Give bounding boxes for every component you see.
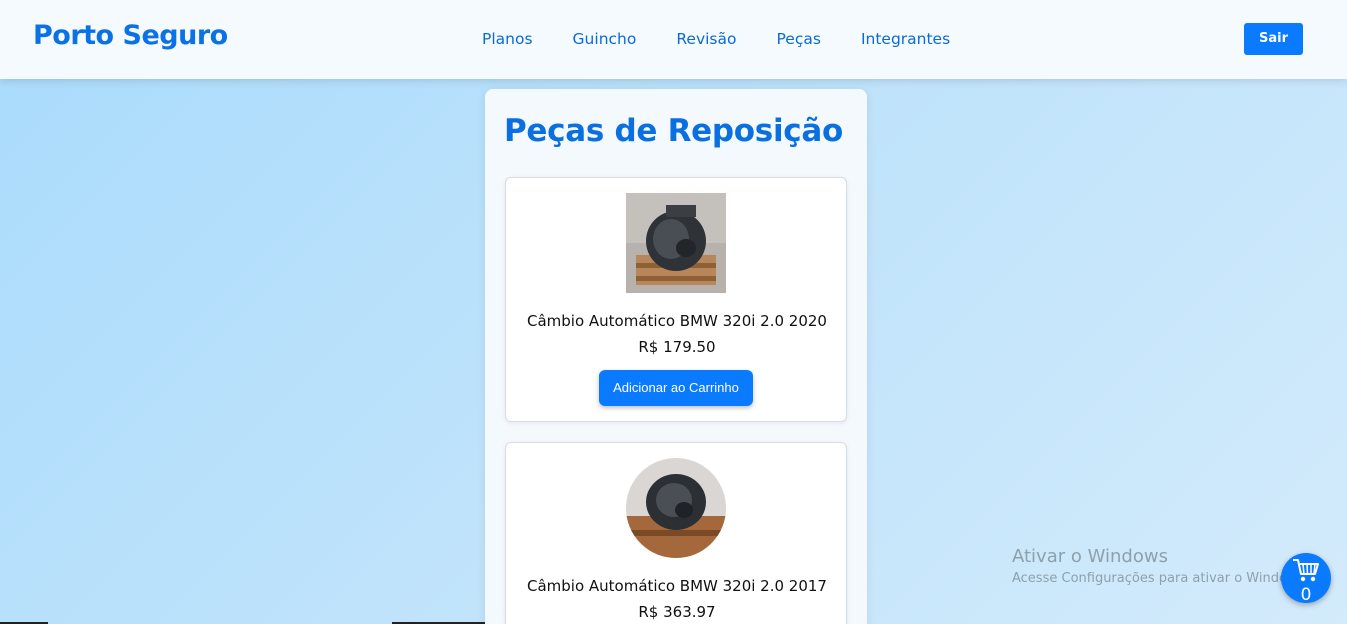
product-name: Câmbio Automático BMW 320i 2.0 2017 (527, 577, 827, 595)
logout-button[interactable]: Sair (1244, 23, 1303, 55)
page-title: Peças de Reposição (504, 113, 843, 149)
product-card: Câmbio Automático BMW 320i 2.0 2020 R$ 1… (505, 177, 847, 422)
brand-logo[interactable]: Porto Seguro (33, 20, 228, 51)
product-name: Câmbio Automático BMW 320i 2.0 2020 (527, 312, 827, 330)
product-card: Câmbio Automático BMW 320i 2.0 2017 R$ 3… (505, 442, 847, 624)
nav-link-integrantes[interactable]: Integrantes (861, 29, 950, 49)
top-navbar: Porto Seguro Planos Guincho Revisão Peça… (0, 0, 1347, 79)
nav-link-pecas[interactable]: Peças (777, 29, 821, 49)
product-image (626, 458, 726, 558)
cart-icon (1293, 559, 1319, 582)
product-price: R$ 363.97 (638, 603, 716, 621)
nav-link-guincho[interactable]: Guincho (573, 29, 637, 49)
product-image (626, 193, 726, 293)
add-to-cart-button[interactable]: Adicionar ao Carrinho (599, 370, 753, 406)
nav-link-planos[interactable]: Planos (482, 29, 533, 49)
windows-activation-title: Ativar o Windows (1012, 546, 1168, 567)
product-price: R$ 179.50 (638, 338, 716, 356)
windows-activation-subtitle: Acesse Configurações para ativar o Windo… (1012, 571, 1309, 586)
cart-count-badge: 0 (1300, 585, 1312, 605)
cart-button[interactable]: 0 (1281, 553, 1331, 605)
main-nav: Planos Guincho Revisão Peças Integrantes (482, 29, 990, 49)
nav-link-revisao[interactable]: Revisão (676, 29, 736, 49)
